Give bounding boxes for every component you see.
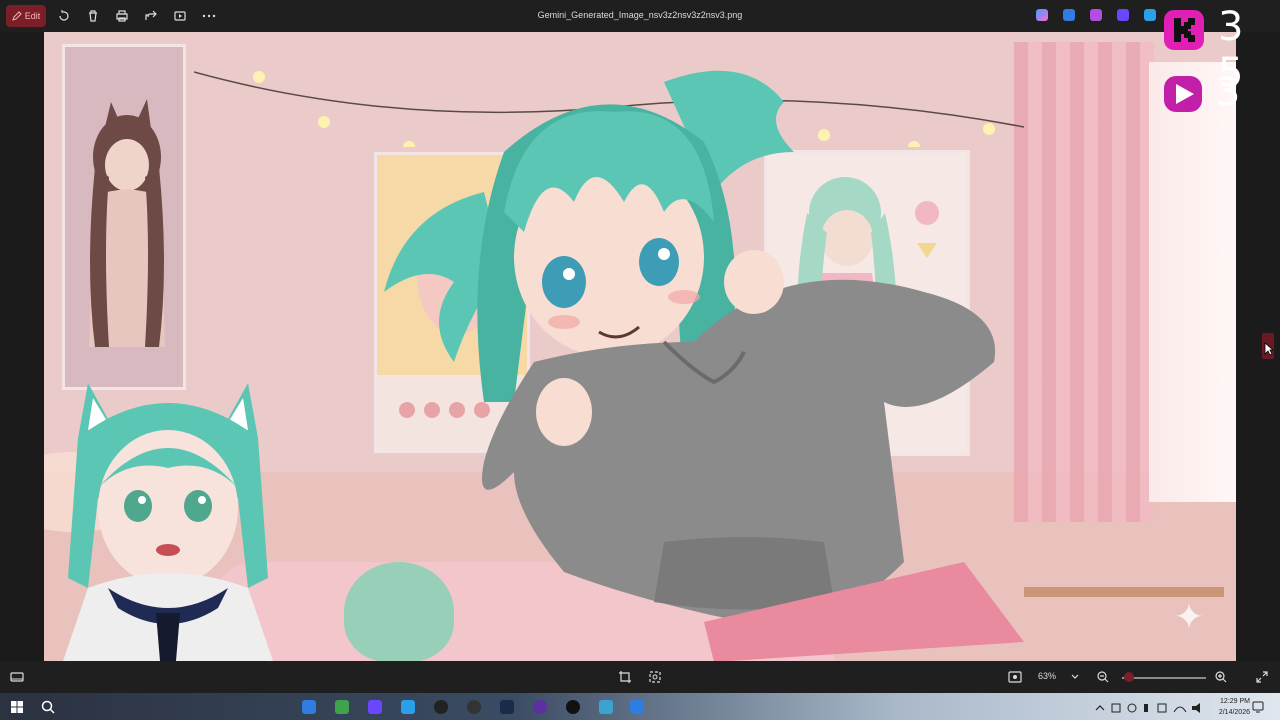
kick-logo-icon <box>1164 10 1204 50</box>
anime-girl-illustration <box>384 70 1024 661</box>
taskbar-app-icon-6[interactable] <box>467 700 481 714</box>
zoom-in-icon[interactable] <box>1214 670 1228 684</box>
left-poster <box>62 44 186 390</box>
clipchamp-icon[interactable] <box>1090 9 1102 21</box>
taskbar-app-icon-1[interactable] <box>302 700 316 714</box>
vtuber-avatar <box>63 383 273 661</box>
window-light <box>1149 62 1236 502</box>
clock-date: 2/14/2026 <box>1218 709 1250 716</box>
designer-icon[interactable] <box>1063 9 1075 21</box>
actual-size-icon[interactable] <box>1008 670 1022 684</box>
zoom-out-icon[interactable] <box>1096 670 1110 684</box>
zoom-level[interactable]: 63% <box>1038 671 1056 681</box>
app-icons-group <box>1036 9 1156 21</box>
chevron-down-icon[interactable] <box>1068 670 1082 684</box>
notifications-icon[interactable] <box>1252 701 1264 713</box>
taskbar-app-icon-8[interactable] <box>533 700 547 714</box>
sparkle-icon: ✦ <box>1173 596 1205 637</box>
taskbar-app-icon-3[interactable] <box>368 700 382 714</box>
mouse-cursor-icon <box>1264 342 1274 356</box>
onedrive-icon[interactable] <box>1144 9 1156 21</box>
taskbar-app-icon-11[interactable] <box>630 700 644 714</box>
photos-app-icon[interactable] <box>1117 9 1129 21</box>
taskbar-app-icon-4[interactable] <box>401 700 415 714</box>
taskbar-clock[interactable]: 12:29 PM 2/14/2026 <box>1196 696 1250 718</box>
filmstrip-icon[interactable] <box>10 670 24 684</box>
steam-icon[interactable] <box>500 700 514 714</box>
zoom-slider-track[interactable] <box>1122 677 1206 679</box>
clock-time: 12:29 PM <box>1220 698 1250 705</box>
copilot-icon[interactable] <box>1036 9 1048 21</box>
viewer-bottom-bar <box>0 661 1280 693</box>
play-logo-icon <box>1164 76 1202 112</box>
title-bar: Edit Gemini_Generated_Image_nsv3z2nsv3z2… <box>0 0 1280 32</box>
photos-taskbar-icon[interactable] <box>599 700 613 714</box>
windows-start-icon[interactable] <box>10 700 24 714</box>
zoom-slider-thumb[interactable] <box>1124 672 1134 682</box>
play-viewer-count: 3 <box>1216 70 1241 114</box>
search-icon[interactable] <box>41 700 55 714</box>
crop-icon[interactable] <box>618 670 632 684</box>
taskbar-app-icon-2[interactable] <box>335 700 349 714</box>
obs-icon[interactable] <box>566 700 580 714</box>
image-canvas[interactable]: ✦ <box>44 32 1236 661</box>
taskbar-app-icon-5[interactable] <box>434 700 448 714</box>
visual-search-icon[interactable] <box>648 670 662 684</box>
fullscreen-icon[interactable] <box>1255 670 1269 684</box>
system-tray-icons[interactable] <box>1094 702 1204 714</box>
